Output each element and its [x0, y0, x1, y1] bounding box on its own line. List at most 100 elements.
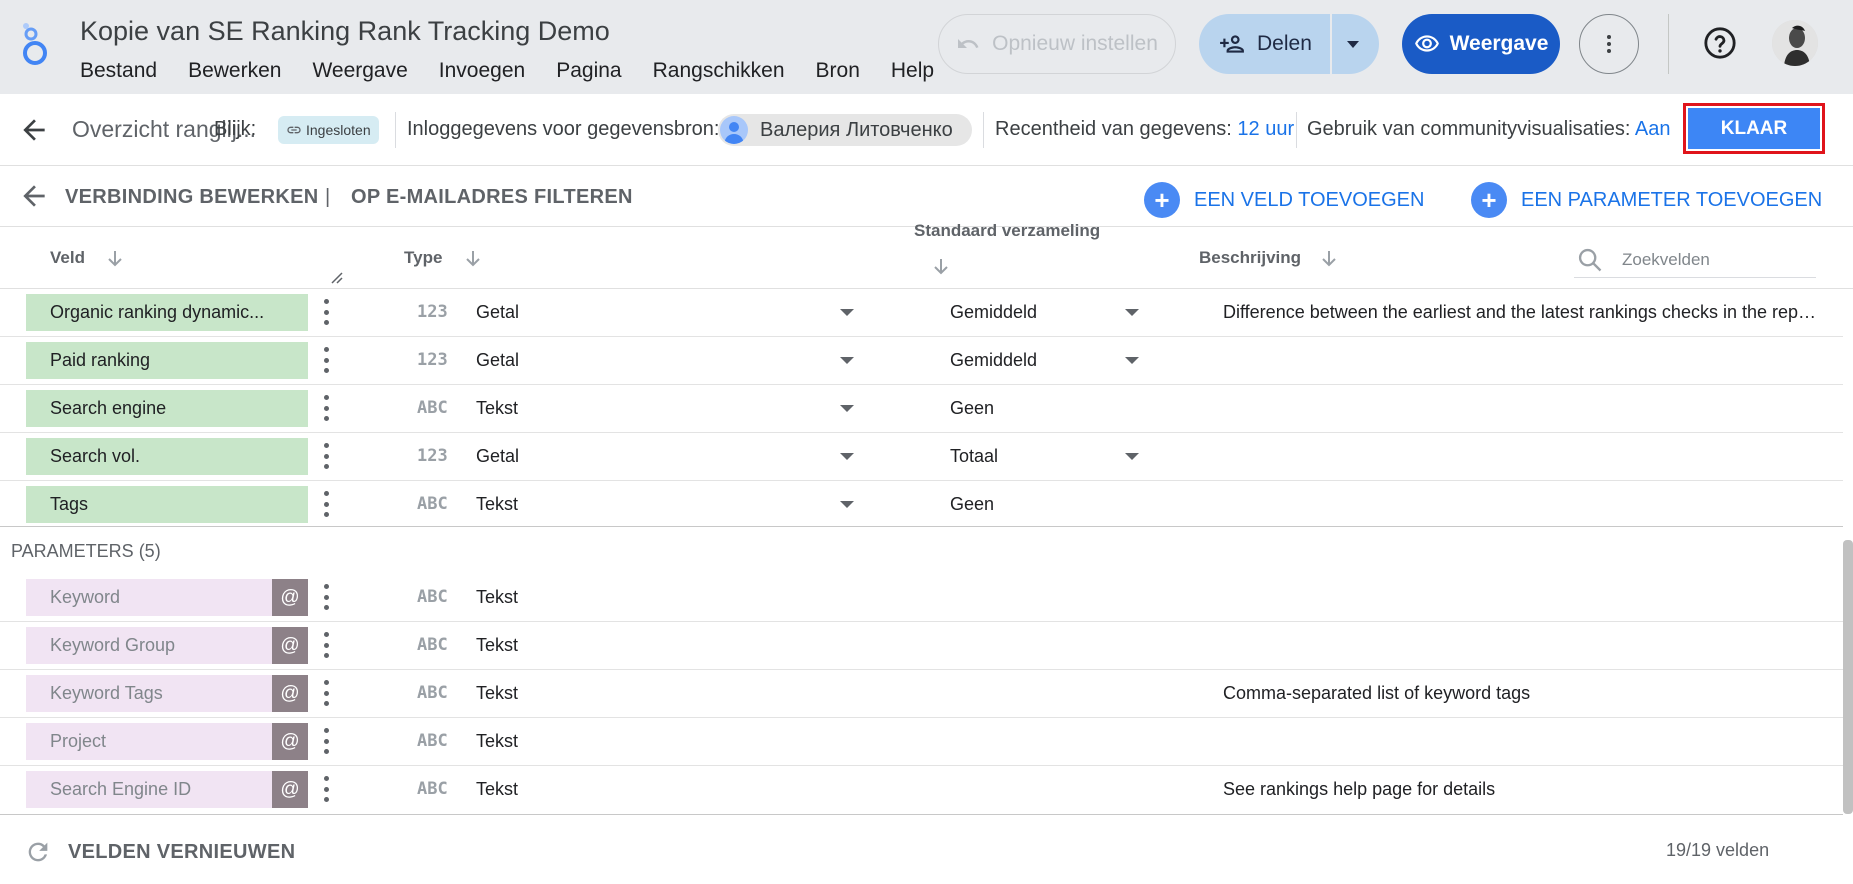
type-dropdown-caret-icon[interactable]: [840, 501, 854, 508]
parameter-row[interactable]: Keyword Tags @ ABC Tekst Comma-separated…: [0, 670, 1843, 718]
add-field-button[interactable]: + EEN VELD TOEVOEGEN: [1144, 182, 1424, 218]
share-dropdown-caret-icon[interactable]: [1347, 41, 1359, 48]
type-dropdown-caret-icon[interactable]: [840, 453, 854, 460]
field-row[interactable]: Search engine ABC Tekst Geen: [0, 385, 1843, 433]
report-title[interactable]: Kopie van SE Ranking Rank Tracking Demo: [80, 16, 610, 47]
menu-edit[interactable]: Bewerken: [188, 59, 281, 83]
divider: [395, 112, 396, 148]
share-button[interactable]: Delen: [1219, 14, 1312, 74]
field-name-chip[interactable]: Search vol.: [26, 438, 308, 475]
field-name-chip[interactable]: Tags: [26, 486, 308, 523]
type-select[interactable]: Tekst: [476, 398, 518, 419]
separator: |: [325, 186, 331, 208]
looker-studio-logo-icon[interactable]: [18, 22, 52, 66]
parameter-description[interactable]: Comma-separated list of keyword tags: [1223, 683, 1823, 704]
help-button[interactable]: [1697, 20, 1743, 66]
view-button[interactable]: Weergave: [1402, 14, 1560, 74]
column-header-description[interactable]: Beschrijving: [1199, 248, 1301, 268]
text-type-icon: ABC: [417, 635, 448, 655]
menu-insert[interactable]: Invoegen: [439, 59, 525, 83]
more-vert-icon[interactable]: [320, 726, 332, 756]
menu-help[interactable]: Help: [891, 59, 934, 83]
back-arrow-icon[interactable]: [18, 114, 50, 146]
field-row[interactable]: Tags ABC Tekst Geen: [0, 481, 1843, 529]
menu-page[interactable]: Pagina: [556, 59, 621, 83]
filter-by-email-button[interactable]: OP E-MAILADRES FILTEREN: [351, 186, 633, 209]
more-vert-icon[interactable]: [320, 345, 332, 375]
parameter-row[interactable]: Search Engine ID @ ABC Tekst See ranking…: [0, 766, 1843, 814]
more-vert-icon[interactable]: [320, 297, 332, 327]
plus-icon: +: [1471, 182, 1507, 218]
aggregation-select[interactable]: Gemiddeld: [950, 350, 1037, 371]
credentials-chip[interactable]: Валерия Литовченко: [718, 114, 972, 146]
column-header-aggregation[interactable]: Standaard verzameling: [914, 221, 1100, 241]
section-divider: [0, 526, 1843, 527]
type-select[interactable]: Getal: [476, 446, 519, 467]
more-vert-icon[interactable]: [320, 774, 332, 804]
aggregation-select[interactable]: Totaal: [950, 446, 998, 467]
reset-button[interactable]: Opnieuw instellen: [938, 14, 1176, 74]
menu-file[interactable]: Bestand: [80, 59, 157, 83]
parameter-name-chip[interactable]: Project: [26, 723, 308, 760]
aggregation-select[interactable]: Gemiddeld: [950, 302, 1037, 323]
parameter-name-chip[interactable]: Keyword: [26, 579, 308, 616]
type-select[interactable]: Tekst: [476, 494, 518, 515]
text-type-icon: ABC: [417, 779, 448, 799]
freshness-value-link[interactable]: 12 uur: [1237, 118, 1294, 140]
more-vert-icon[interactable]: [320, 630, 332, 660]
scrollbar-thumb[interactable]: [1843, 540, 1853, 814]
sort-arrow-icon[interactable]: [464, 249, 482, 269]
field-row[interactable]: Search vol. 123 Getal Totaal: [0, 433, 1843, 481]
field-name-chip[interactable]: Search engine: [26, 390, 308, 427]
back-arrow-icon[interactable]: [18, 180, 50, 212]
field-row[interactable]: Organic ranking dynamic... 123 Getal Gem…: [0, 289, 1843, 337]
menu-resource[interactable]: Bron: [816, 59, 860, 83]
more-vert-icon[interactable]: [320, 489, 332, 519]
menu-view[interactable]: Weergave: [312, 59, 407, 83]
community-value-link[interactable]: Aan: [1635, 118, 1671, 140]
parameter-row[interactable]: Keyword @ ABC Tekst: [0, 574, 1843, 622]
access-chip[interactable]: Ingesloten: [278, 116, 379, 144]
account-avatar[interactable]: [1772, 20, 1818, 66]
parameter-name-chip[interactable]: Keyword Tags: [26, 675, 308, 712]
credentials-label: Inloggegevens voor gegevensbron:: [407, 118, 720, 140]
aggregation-dropdown-caret-icon[interactable]: [1125, 309, 1139, 316]
type-select[interactable]: Getal: [476, 302, 519, 323]
sort-arrow-icon[interactable]: [1320, 249, 1338, 269]
field-description[interactable]: Difference between the earliest and the …: [1223, 302, 1823, 323]
parameter-row[interactable]: Keyword Group @ ABC Tekst: [0, 622, 1843, 670]
column-header-field[interactable]: Veld: [50, 248, 85, 268]
more-vert-icon[interactable]: [320, 582, 332, 612]
add-parameter-button[interactable]: + EEN PARAMETER TOEVOEGEN: [1471, 182, 1822, 218]
parameter-name-chip[interactable]: Search Engine ID: [26, 771, 308, 808]
type-dropdown-caret-icon[interactable]: [840, 357, 854, 364]
type-select[interactable]: Getal: [476, 350, 519, 371]
field-row[interactable]: Paid ranking 123 Getal Gemiddeld: [0, 337, 1843, 385]
column-header-type[interactable]: Type: [404, 248, 442, 268]
share-button-group: Delen: [1199, 14, 1379, 74]
more-options-button[interactable]: [1579, 14, 1639, 74]
search-input[interactable]: [1622, 246, 1812, 274]
field-name-chip[interactable]: Paid ranking: [26, 342, 308, 379]
menu-arrange[interactable]: Rangschikken: [653, 59, 785, 83]
parameter-name-chip[interactable]: Keyword Group: [26, 627, 308, 664]
sort-arrow-icon[interactable]: [932, 257, 950, 277]
field-name-chip[interactable]: Organic ranking dynamic...: [26, 294, 308, 331]
refresh-fields-button[interactable]: VELDEN VERNIEUWEN: [24, 838, 295, 866]
done-button[interactable]: KLAAR: [1688, 108, 1820, 149]
parameter-description[interactable]: See rankings help page for details: [1223, 779, 1823, 800]
parameters-header: PARAMETERS (5): [11, 541, 161, 561]
more-vert-icon[interactable]: [320, 393, 332, 423]
edit-connection-button[interactable]: VERBINDING BEWERKEN: [65, 186, 319, 209]
parameter-row[interactable]: Project @ ABC Tekst: [0, 718, 1843, 766]
type-dropdown-caret-icon[interactable]: [840, 309, 854, 316]
more-vert-icon: [1607, 35, 1611, 53]
sort-arrow-icon[interactable]: [106, 249, 124, 269]
type-dropdown-caret-icon[interactable]: [840, 405, 854, 412]
column-resize-icon[interactable]: [330, 271, 344, 285]
more-vert-icon[interactable]: [320, 678, 332, 708]
column-header-row: Veld Type Standaard verzameling Beschrij…: [0, 221, 1853, 289]
aggregation-dropdown-caret-icon[interactable]: [1125, 453, 1139, 460]
aggregation-dropdown-caret-icon[interactable]: [1125, 357, 1139, 364]
more-vert-icon[interactable]: [320, 441, 332, 471]
